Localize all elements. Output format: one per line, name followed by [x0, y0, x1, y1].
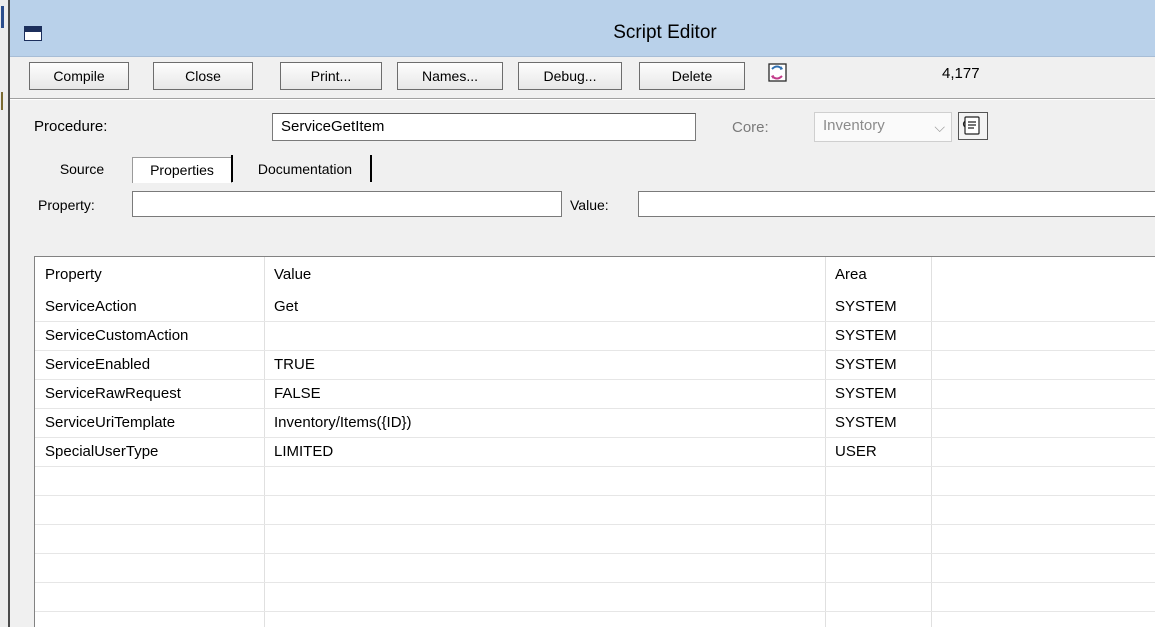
- names-button[interactable]: Names...: [397, 62, 503, 90]
- desktop-edge: [0, 0, 8, 627]
- tab-divider-2: [370, 155, 372, 182]
- procedure-name-field[interactable]: ServiceGetItem: [272, 113, 696, 141]
- empty-row[interactable]: [35, 583, 1155, 612]
- compile-button[interactable]: Compile: [29, 62, 129, 90]
- desktop-edge-mark: [1, 6, 4, 28]
- core-select-value: Inventory: [823, 117, 885, 134]
- empty-row[interactable]: [35, 554, 1155, 583]
- tab-source[interactable]: Source: [46, 157, 118, 182]
- tab-properties[interactable]: Properties: [132, 157, 232, 183]
- properties-grid[interactable]: Property Value Area ServiceAction Get SY…: [34, 256, 1155, 627]
- script-editor-window: Script Editor Compile Close Print... Nam…: [8, 0, 1155, 627]
- column-header-area[interactable]: Area: [825, 257, 931, 293]
- toolbar-separator: [10, 98, 1155, 100]
- core-label: Core:: [732, 119, 769, 136]
- tab-documentation[interactable]: Documentation: [242, 157, 368, 182]
- cell-area: SYSTEM: [835, 327, 897, 344]
- cell-value: [264, 322, 825, 350]
- title-bar[interactable]: Script Editor: [10, 14, 1155, 57]
- refresh-icon[interactable]: [762, 60, 792, 88]
- cell-property: ServiceUriTemplate: [45, 414, 176, 431]
- core-select[interactable]: Inventory ⌵: [814, 112, 952, 142]
- value-input[interactable]: [638, 191, 1155, 217]
- table-row[interactable]: SpecialUserType LIMITED USER: [35, 438, 1155, 467]
- grid-header: Property Value Area: [35, 257, 1155, 293]
- cell-property: ServiceAction: [45, 298, 137, 315]
- cell-value: TRUE: [274, 356, 315, 373]
- table-row[interactable]: ServiceCustomAction SYSTEM: [35, 322, 1155, 351]
- document-icon[interactable]: [958, 112, 988, 140]
- chevron-down-icon: ⌵: [934, 119, 945, 135]
- debug-button[interactable]: Debug...: [518, 62, 622, 90]
- value-label: Value:: [570, 197, 609, 213]
- property-label: Property:: [38, 197, 95, 213]
- print-button[interactable]: Print...: [280, 62, 382, 90]
- column-header-value[interactable]: Value: [264, 257, 825, 293]
- cell-property: ServiceEnabled: [45, 356, 151, 373]
- table-row[interactable]: ServiceRawRequest FALSE SYSTEM: [35, 380, 1155, 409]
- empty-row[interactable]: [35, 525, 1155, 554]
- window-title: Script Editor: [613, 22, 717, 43]
- property-input[interactable]: [132, 191, 562, 217]
- table-row[interactable]: ServiceAction Get SYSTEM: [35, 293, 1155, 322]
- cell-value: Inventory/Items({ID}): [274, 414, 412, 431]
- tab-divider: [231, 155, 233, 182]
- desktop-edge-mark-2: [1, 92, 3, 110]
- empty-row[interactable]: [35, 467, 1155, 496]
- delete-button[interactable]: Delete: [639, 62, 745, 90]
- cell-area: SYSTEM: [835, 298, 897, 315]
- cell-area: SYSTEM: [835, 385, 897, 402]
- close-button[interactable]: Close: [153, 62, 253, 90]
- cell-property: ServiceRawRequest: [45, 385, 181, 402]
- cell-area: SYSTEM: [835, 356, 897, 373]
- cell-property: ServiceCustomAction: [45, 327, 189, 344]
- empty-row[interactable]: [35, 496, 1155, 525]
- procedure-label: Procedure:: [34, 118, 108, 135]
- cell-area: USER: [835, 443, 877, 460]
- table-row[interactable]: ServiceEnabled TRUE SYSTEM: [35, 351, 1155, 380]
- cell-area: SYSTEM: [835, 414, 897, 431]
- cell-value: FALSE: [274, 385, 321, 402]
- cell-property: SpecialUserType: [45, 443, 159, 460]
- cell-value: Get: [274, 298, 299, 315]
- window-top-strip: [10, 0, 1155, 14]
- table-row[interactable]: ServiceUriTemplate Inventory/Items({ID})…: [35, 409, 1155, 438]
- cell-value: LIMITED: [274, 443, 334, 460]
- column-header-property[interactable]: Property: [35, 257, 264, 293]
- line-counter: 4,177: [942, 65, 980, 82]
